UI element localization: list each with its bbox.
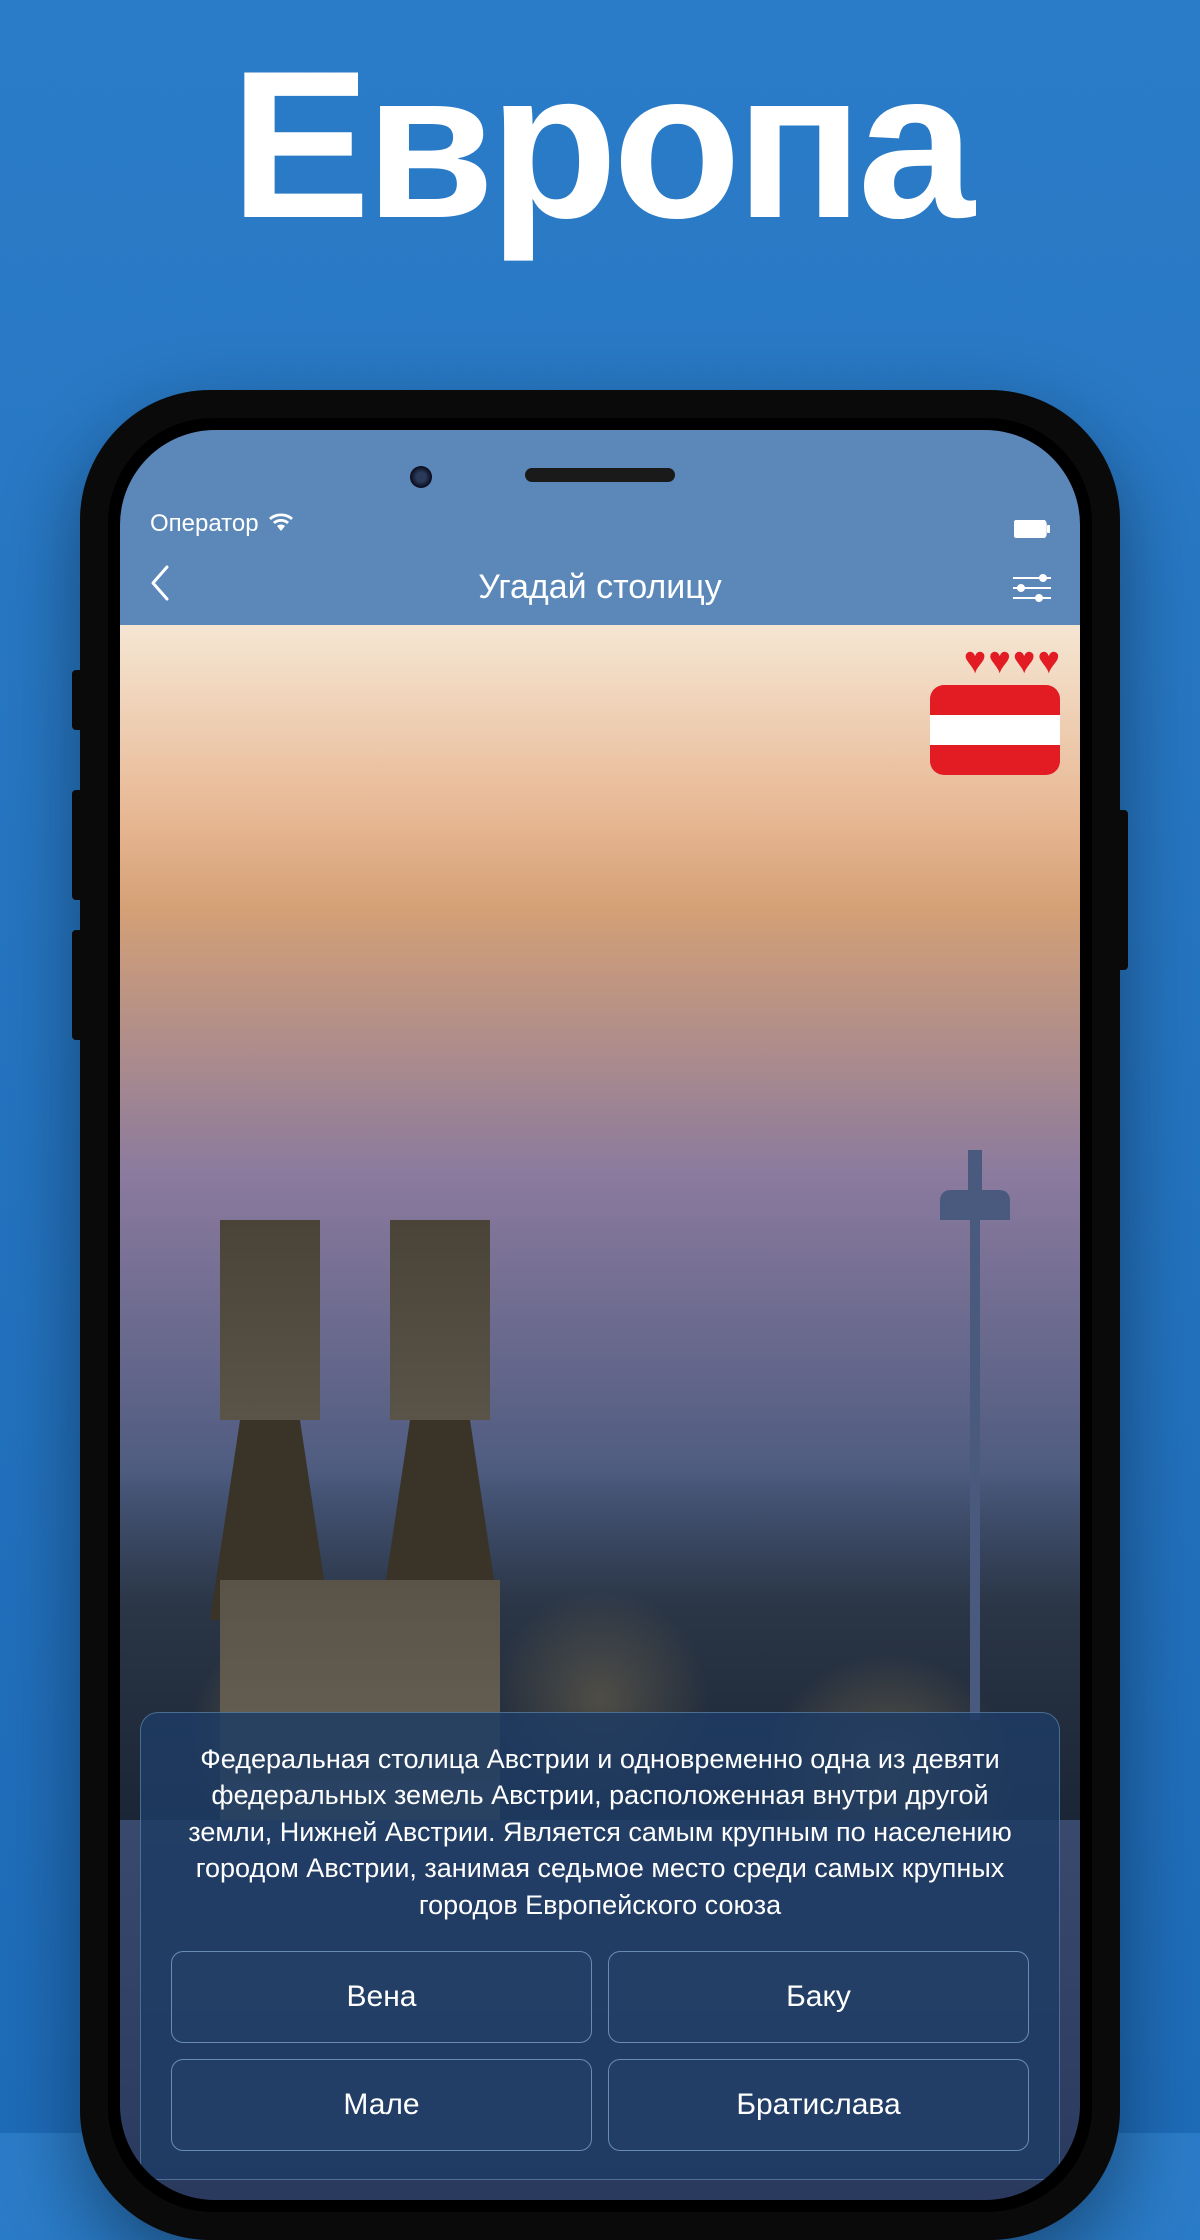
- phone-screen: Оператор 15:16: [120, 430, 1080, 2200]
- answers-grid: Вена Баку Мале Братислава: [171, 1951, 1029, 2151]
- status-bar: Оператор 15:16: [120, 430, 1080, 550]
- phone-power-button: [1120, 810, 1128, 970]
- country-flag: [930, 685, 1060, 775]
- answer-option-3[interactable]: Братислава: [608, 2059, 1029, 2151]
- answer-option-1[interactable]: Баку: [608, 1951, 1029, 2043]
- phone-camera: [410, 466, 432, 488]
- app-header: Угадай столицу: [120, 550, 1080, 625]
- heart-icon: ♥: [988, 640, 1011, 683]
- slider-icon: [1013, 577, 1051, 579]
- heart-icon: ♥: [964, 640, 987, 683]
- phone-volume-down: [72, 930, 80, 1040]
- phone-volume-up: [72, 790, 80, 900]
- answer-option-2[interactable]: Мале: [171, 2059, 592, 2151]
- question-panel: Федеральная столица Австрии и одновремен…: [140, 1712, 1060, 2180]
- battery-icon: [1014, 520, 1050, 538]
- carrier-label: Оператор: [150, 510, 259, 538]
- settings-button[interactable]: [1012, 577, 1052, 599]
- question-text: Федеральная столица Австрии и одновремен…: [171, 1741, 1029, 1923]
- lives-indicator: ♥ ♥ ♥ ♥: [964, 640, 1060, 683]
- wifi-icon: [269, 510, 293, 538]
- back-button[interactable]: [148, 564, 188, 612]
- app-title: Угадай столицу: [478, 568, 721, 607]
- slider-icon: [1013, 597, 1051, 599]
- heart-icon: ♥: [1037, 640, 1060, 683]
- answer-option-0[interactable]: Вена: [171, 1951, 592, 2043]
- phone-mute-switch: [72, 670, 80, 730]
- phone-frame: Оператор 15:16: [80, 390, 1120, 2240]
- slider-icon: [1013, 587, 1051, 589]
- page-title: Европа: [0, 0, 1200, 250]
- heart-icon: ♥: [1013, 640, 1036, 683]
- phone-speaker: [525, 468, 675, 482]
- game-area: ♥ ♥ ♥ ♥ Федеральная столица Австрии и од…: [120, 625, 1080, 2200]
